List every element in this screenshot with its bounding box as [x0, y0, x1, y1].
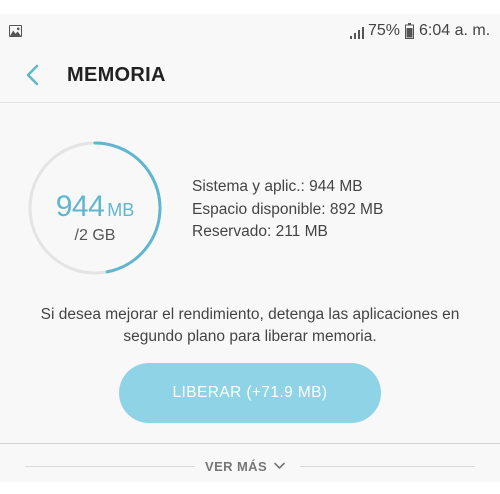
see-more-line-left: [25, 466, 195, 467]
app-header: MEMORIA: [0, 50, 500, 102]
battery-percentage: 75%: [368, 22, 401, 39]
total-memory: /2 GB: [74, 227, 116, 244]
status-time: 6:04 a. m.: [419, 22, 491, 39]
memory-details: Sistema y aplic.: 944 MB Espacio disponi…: [192, 176, 383, 244]
header-divider: [0, 102, 500, 103]
used-memory: 944 MB: [28, 189, 162, 225]
battery-icon: [405, 23, 414, 39]
bottom-edge: [0, 482, 500, 494]
image-notification-icon: [9, 25, 22, 37]
see-more-label: VER MÁS: [205, 458, 268, 474]
status-bar: 75% 6:04 a. m.: [0, 14, 500, 50]
see-more-line-right: [300, 466, 475, 467]
see-more-button[interactable]: VER MÁS: [205, 456, 285, 476]
performance-hint: Si desea mejorar el rendimiento, detenga…: [40, 306, 460, 345]
memory-usage-ring: 944 MB /2 GB: [28, 141, 162, 275]
chevron-left-icon: [26, 64, 39, 86]
free-memory-button[interactable]: LIBERAR (+71.9 MB): [119, 363, 381, 423]
bottom-divider: [0, 443, 500, 444]
used-memory-unit: MB: [107, 200, 135, 220]
detail-system-apps: Sistema y aplic.: 944 MB: [192, 178, 363, 195]
page-title: MEMORIA: [67, 64, 166, 86]
top-edge: [0, 0, 500, 14]
detail-reserved: Reservado: 211 MB: [192, 223, 328, 240]
chevron-down-icon: [274, 462, 285, 469]
used-memory-value: 944: [55, 190, 105, 223]
detail-available-space: Espacio disponible: 892 MB: [192, 200, 384, 218]
back-button[interactable]: [18, 60, 48, 90]
signal-icon: [350, 26, 364, 39]
